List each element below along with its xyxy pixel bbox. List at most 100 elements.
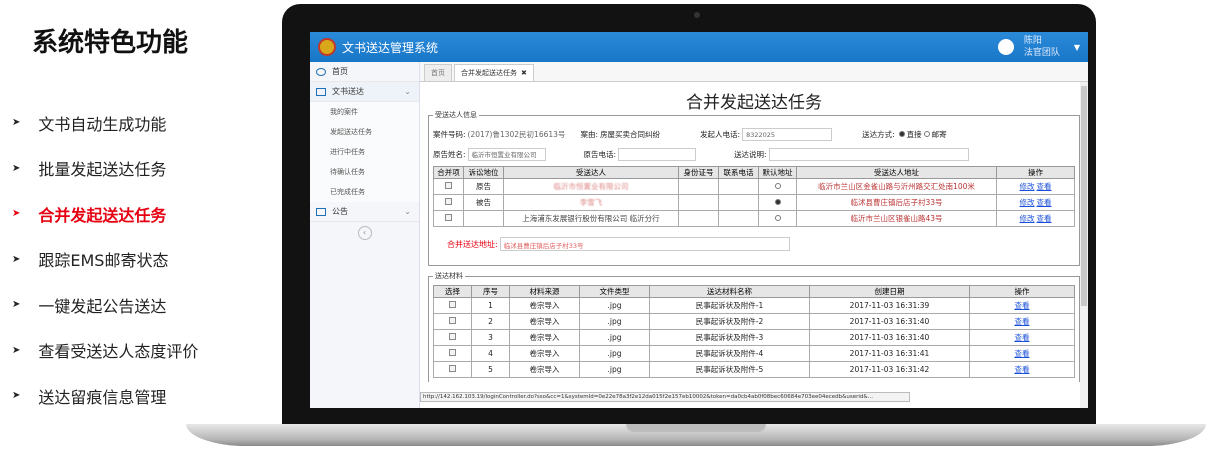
- scrollbar-thumb[interactable]: [1081, 86, 1087, 306]
- app-title: 文书送达管理系统: [342, 40, 439, 55]
- vertical-scrollbar[interactable]: [1080, 82, 1088, 408]
- cell: 原告: [463, 178, 504, 195]
- edit-link[interactable]: 修改: [1020, 198, 1035, 207]
- cause-label: 案由:: [580, 129, 599, 139]
- chevron-down-icon: ▼: [1073, 42, 1080, 52]
- cell: [433, 178, 464, 195]
- cell: 2: [471, 313, 510, 330]
- checkbox[interactable]: [449, 333, 456, 340]
- sidebar-item-home[interactable]: 首页: [310, 62, 419, 82]
- feature-label: 批量发起送达任务: [38, 160, 167, 180]
- cell: 2017-11-03 16:31:41: [809, 345, 970, 362]
- default-radio[interactable]: [774, 199, 781, 205]
- close-icon[interactable]: ✖: [521, 69, 527, 77]
- sidebar-item-notice[interactable]: 公告 ⌄: [310, 202, 419, 222]
- tab-bar: 首页 合并发起送达任务 ✖: [420, 62, 1088, 82]
- initiator-phone-field[interactable]: 8322025: [742, 127, 833, 141]
- sidebar-item-delivery[interactable]: 文书送达 ⌄: [310, 82, 419, 102]
- chevron-down-icon: ⌄: [404, 207, 411, 216]
- view-link[interactable]: 查看: [1015, 365, 1030, 374]
- checkbox[interactable]: [445, 214, 452, 221]
- sidebar-sub-done[interactable]: 已完成任务: [310, 182, 419, 202]
- checkbox[interactable]: [445, 182, 452, 189]
- merge-address-field[interactable]: 临沭县曹庄镇后店子村33号: [499, 237, 790, 251]
- checkbox[interactable]: [449, 365, 456, 372]
- sidebar-sub-my-cases[interactable]: 我的案件: [310, 102, 419, 122]
- cell: [433, 297, 472, 314]
- feature-item: ➤ 查看受送达人态度评价: [12, 328, 198, 374]
- view-link[interactable]: 查看: [1015, 333, 1030, 342]
- radio-mail[interactable]: [923, 131, 930, 137]
- view-link[interactable]: 查看: [1015, 349, 1030, 358]
- table-header-row: 选择 序号 材料来源 文件类型 送达材料名称 创建日期 操作: [433, 285, 1075, 298]
- feature-item: ➤ 一键发起公告送达: [12, 282, 198, 328]
- top-bar: 文书送达管理系统 陈阳 法官团队 ▼: [310, 32, 1088, 62]
- radio-direct-label: 直接: [906, 129, 922, 139]
- plaintiff-name-field[interactable]: 临沂市恒置业有限公司: [467, 147, 546, 161]
- browser-status-url: http://142.162.103.19/loginController.do…: [420, 392, 910, 402]
- cell: 民事起诉状及附件-2: [649, 313, 810, 330]
- user-info: 陈阳 法官团队: [1024, 35, 1060, 59]
- checkbox[interactable]: [449, 349, 456, 356]
- collapse-sidebar-button[interactable]: ‹: [357, 226, 372, 240]
- cell: 卷宗导入: [509, 361, 580, 378]
- cell: [718, 210, 759, 227]
- default-radio[interactable]: [774, 183, 781, 189]
- recipient-legend: 受送达人信息: [433, 110, 479, 120]
- edit-link[interactable]: 修改: [1020, 214, 1035, 223]
- arrow-icon: ➤: [12, 253, 21, 265]
- arrow-icon: ➤: [12, 344, 21, 356]
- col-header: 合并项: [433, 166, 464, 179]
- cell: 卷宗导入: [509, 329, 580, 346]
- checkbox[interactable]: [445, 198, 452, 205]
- court-emblem-icon: [318, 38, 336, 56]
- cell: 查看: [969, 297, 1075, 314]
- cell: 民事起诉状及附件-5: [649, 361, 810, 378]
- merge-address-label: 合并送达地址:: [447, 239, 498, 249]
- view-link[interactable]: 查看: [1015, 317, 1030, 326]
- cell: 1: [471, 297, 510, 314]
- feature-list: ➤ 文书自动生成功能 ➤ 批量发起送达任务 ➤ 合并发起送达任务 ➤ 跟踪EMS邮寄状态…: [12, 100, 198, 419]
- cause-value: 房屋买卖合同纠纷: [600, 129, 661, 139]
- feature-label: 查看受送达人态度评价: [38, 342, 199, 362]
- col-header: 受送达人: [503, 166, 679, 179]
- tab-home[interactable]: 首页: [424, 64, 452, 81]
- user-menu[interactable]: 陈阳 法官团队 ▼: [997, 35, 1080, 59]
- recipient-fieldset: 受送达人信息 案件号码: (2017)鲁1302民初16613号 案由: 房屋买…: [428, 110, 1080, 266]
- table-row: 4 卷宗导入 .jpg 民事起诉状及附件-4 2017-11-03 16:31:…: [433, 345, 1075, 362]
- plaintiff-phone-field[interactable]: [618, 147, 697, 161]
- cell: 修改 查看: [996, 194, 1075, 211]
- sidebar-sub-in-progress[interactable]: 进行中任务: [310, 142, 419, 162]
- cell: 临沂市兰山区金雀山路与沂州路交汇处南100米: [796, 178, 997, 195]
- laptop-frame: 文书送达管理系统 陈阳 法官团队 ▼ 首页 文书送达 ⌄ 我的案件 发起送达任务 …: [282, 4, 1096, 424]
- view-link[interactable]: 查看: [1037, 198, 1052, 207]
- radio-direct[interactable]: [898, 131, 905, 137]
- checkbox[interactable]: [449, 301, 456, 308]
- feature-label: 跟踪EMS邮寄状态: [38, 251, 169, 271]
- sidebar-sub-start-task[interactable]: 发起送达任务: [310, 122, 419, 142]
- sidebar-sub-pending[interactable]: 待确认任务: [310, 162, 419, 182]
- col-header: 操作: [996, 166, 1075, 179]
- table-header-row: 合并项 诉讼地位 受送达人 身份证号 联系电话 默认地址 受送达人地址 操作: [433, 166, 1075, 179]
- cell: [433, 210, 464, 227]
- table-row: 被告 李雪飞 临沭县曹庄镇后店子村33号 修改 查看: [433, 194, 1075, 211]
- arrow-icon: ➤: [12, 162, 21, 174]
- view-link[interactable]: 查看: [1015, 301, 1030, 310]
- checkbox[interactable]: [449, 317, 456, 324]
- col-header: 联系电话: [718, 166, 759, 179]
- edit-link[interactable]: 修改: [1020, 182, 1035, 191]
- note-field[interactable]: [768, 147, 969, 161]
- cell: [678, 210, 719, 227]
- col-header: 操作: [969, 285, 1075, 298]
- view-link[interactable]: 查看: [1037, 182, 1052, 191]
- tab-merge-task[interactable]: 合并发起送达任务 ✖: [454, 64, 534, 81]
- cell: 被告: [463, 194, 504, 211]
- cell: 民事起诉状及附件-4: [649, 345, 810, 362]
- cell: 2017-11-03 16:31:40: [809, 313, 970, 330]
- default-radio[interactable]: [774, 215, 781, 221]
- merge-address-row: 合并送达地址: 临沭县曹庄镇后店子村33号: [447, 237, 1061, 251]
- cell: [758, 178, 797, 195]
- col-header: 文件类型: [579, 285, 650, 298]
- cell: 卷宗导入: [509, 345, 580, 362]
- view-link[interactable]: 查看: [1037, 214, 1052, 223]
